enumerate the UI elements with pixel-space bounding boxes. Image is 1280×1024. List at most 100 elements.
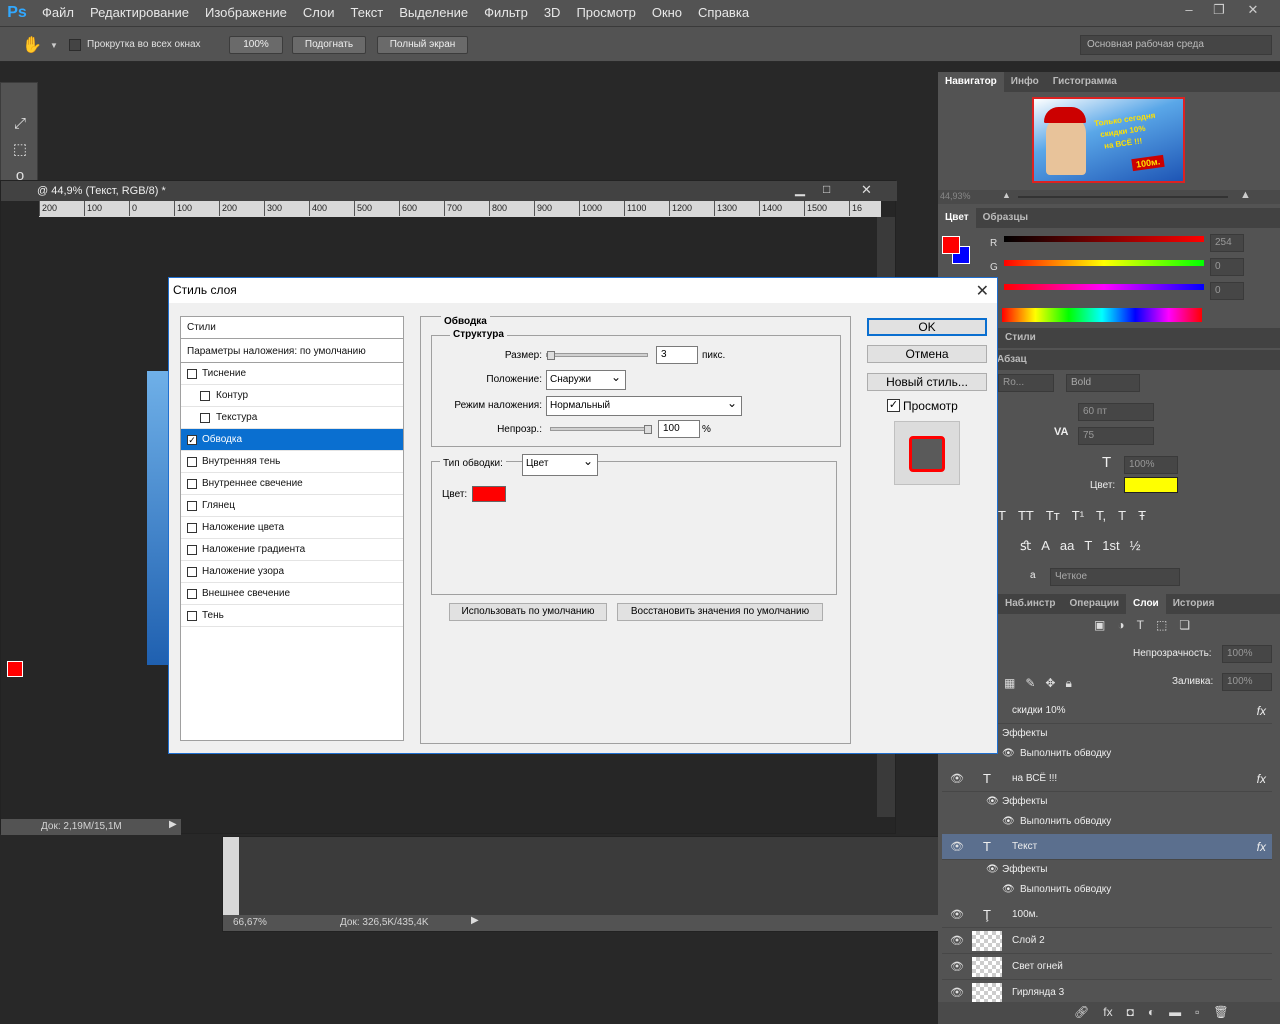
underline-button[interactable]: T (1118, 508, 1126, 523)
anti-alias-select[interactable]: Четкое (1050, 568, 1180, 586)
scroll-all-checkbox[interactable] (69, 39, 81, 51)
menu-select[interactable]: Выделение (391, 0, 476, 26)
tab-styles[interactable]: Стили (998, 328, 1043, 348)
style-item[interactable]: Глянец (181, 495, 403, 517)
lock-all-icon[interactable]: 🔒︎ (1065, 676, 1071, 691)
ok-button[interactable]: OK (867, 318, 987, 336)
style-checkbox[interactable] (187, 611, 197, 621)
status-arrow-icon[interactable]: ▶ (471, 915, 479, 926)
menu-layers[interactable]: Слои (295, 0, 343, 26)
swash-button[interactable]: A (1041, 538, 1050, 554)
layer-visibility-icon[interactable]: 👁︎ (950, 954, 964, 980)
style-checkbox[interactable] (187, 501, 197, 511)
new-layer-icon[interactable]: ▫ (1195, 1005, 1199, 1019)
opacity-input[interactable]: 100 (658, 420, 700, 438)
layer-effects-icon[interactable]: fx (1257, 698, 1266, 724)
style-item[interactable]: Внутренняя тень (181, 451, 403, 473)
menu-window[interactable]: Окно (644, 0, 690, 26)
size-slider[interactable] (546, 353, 648, 357)
fullscreen-button[interactable]: Полный экран (377, 36, 468, 54)
menu-image[interactable]: Изображение (197, 0, 295, 26)
leading-field[interactable]: 60 пт (1078, 403, 1154, 421)
layer-effect-row[interactable]: 👁︎ Выполнить обводку (942, 880, 1272, 900)
doc1-close-icon[interactable]: ✕ (861, 182, 872, 198)
layer-effect-row[interactable]: 👁︎ Выполнить обводку (942, 812, 1272, 832)
blend-mode-select[interactable]: Нормальный (546, 394, 742, 416)
lock-transparent-icon[interactable]: ▦ (1004, 676, 1015, 691)
all-caps-button[interactable]: TT (1018, 508, 1034, 523)
workspace-select[interactable]: Основная рабочая среда (1080, 35, 1272, 55)
delete-layer-icon[interactable]: 🗑︎ (1213, 1005, 1228, 1019)
r-slider[interactable] (1004, 236, 1204, 242)
menu-type[interactable]: Текст (343, 0, 392, 26)
marquee-tool-icon[interactable]: ⬚ (7, 139, 33, 161)
strikethrough-button[interactable]: Ŧ (1138, 508, 1146, 523)
stylistic-alt-button[interactable]: aa (1060, 538, 1074, 554)
r-value[interactable]: 254 (1210, 234, 1244, 252)
style-item[interactable]: Текстура (181, 407, 403, 429)
layer-row[interactable]: 👁︎ Свет огней (942, 954, 1272, 980)
new-group-icon[interactable]: ▬ (1169, 1005, 1181, 1019)
navigator-zoom-value[interactable]: 44,93% (940, 191, 971, 201)
zoom-in-icon[interactable]: ▲ (1240, 189, 1251, 201)
filter-type-icon[interactable]: T (1137, 618, 1144, 632)
blending-options-item[interactable]: Параметры наложения: по умолчанию (181, 341, 403, 363)
layer-effects-icon[interactable]: fx (1257, 834, 1266, 860)
effect-visibility-icon[interactable]: 👁︎ (1002, 880, 1015, 900)
font-style-select[interactable]: Bold (1066, 374, 1140, 392)
menu-view[interactable]: Просмотр (568, 0, 643, 26)
minimize-button[interactable]: – (1174, 0, 1204, 22)
zoom-out-icon[interactable]: ▲ (1002, 190, 1011, 200)
fill-type-select[interactable]: Цвет (522, 452, 598, 476)
lock-pixels-icon[interactable]: ✎ (1025, 676, 1035, 691)
font-family-select[interactable]: Ro... (998, 374, 1054, 392)
filter-pixel-icon[interactable]: ▣ (1094, 618, 1105, 632)
effect-visibility-icon[interactable]: 👁︎ (1002, 812, 1015, 832)
layer-effects-icon[interactable]: fx (1257, 766, 1266, 792)
g-value[interactable]: 0 (1210, 258, 1244, 276)
filter-smart-icon[interactable]: ❏ (1179, 618, 1190, 632)
style-checkbox[interactable] (187, 369, 197, 379)
style-checkbox[interactable] (200, 413, 210, 423)
style-item[interactable]: Наложение градиента (181, 539, 403, 561)
menu-filter[interactable]: Фильтр (476, 0, 536, 26)
superscript-button[interactable]: T¹ (1072, 508, 1084, 523)
filter-shape-icon[interactable]: ⬚ (1156, 618, 1167, 632)
layer-effect-row[interactable]: 👁︎Эффекты (942, 792, 1272, 812)
tab-color[interactable]: Цвет (938, 208, 976, 228)
tab-histogram[interactable]: Гистограмма (1046, 72, 1124, 92)
style-checkbox[interactable] (200, 391, 210, 401)
effect-visibility-icon[interactable]: 👁︎ (1002, 744, 1015, 764)
reset-default-button[interactable]: Восстановить значения по умолчанию (617, 603, 823, 621)
style-item[interactable]: Тень (181, 605, 403, 627)
titling-alt-button[interactable]: T (1084, 538, 1092, 554)
style-checkbox[interactable] (187, 523, 197, 533)
layer-visibility-icon[interactable]: 👁︎ (950, 834, 964, 860)
style-item[interactable]: Наложение узора (181, 561, 403, 583)
layer-opacity-field[interactable]: 100% (1222, 645, 1272, 663)
doc1-minimize-icon[interactable]: ▁ (795, 181, 805, 197)
doc2-zoom[interactable]: 66,67% (233, 917, 267, 928)
dialog-close-icon[interactable]: ✕ (976, 281, 989, 301)
tab-tool-presets[interactable]: Наб.инстр (998, 594, 1063, 614)
doc1-maximize-icon[interactable]: □ (823, 182, 830, 196)
layer-row[interactable]: 👁︎ Tна ВСЁ !!! fx (942, 766, 1272, 792)
style-item[interactable]: Внутреннее свечение (181, 473, 403, 495)
make-default-button[interactable]: Использовать по умолчанию (449, 603, 607, 621)
layer-effect-row[interactable]: 👁︎Эффекты (942, 860, 1272, 880)
foreground-color-swatch[interactable] (7, 661, 23, 677)
opacity-slider-thumb[interactable] (644, 425, 652, 434)
color-panel-foreground[interactable] (942, 236, 960, 254)
style-checkbox[interactable] (187, 545, 197, 555)
style-item[interactable]: Внешнее свечение (181, 583, 403, 605)
navigator-thumbnail[interactable]: Только сегодня скидки 10% на ВСЁ !!! 100… (1032, 97, 1185, 183)
cancel-button[interactable]: Отмена (867, 345, 987, 363)
new-style-button[interactable]: Новый стиль... (867, 373, 987, 391)
preview-checkbox[interactable]: ✓ (887, 399, 900, 412)
color-spectrum-ramp[interactable] (1002, 308, 1202, 322)
g-slider[interactable] (1004, 260, 1204, 266)
fx-icon[interactable]: fx (1103, 1005, 1112, 1019)
style-checkbox[interactable] (187, 479, 197, 489)
style-item[interactable]: Наложение цвета (181, 517, 403, 539)
effect-visibility-icon[interactable]: 👁︎ (986, 792, 999, 812)
